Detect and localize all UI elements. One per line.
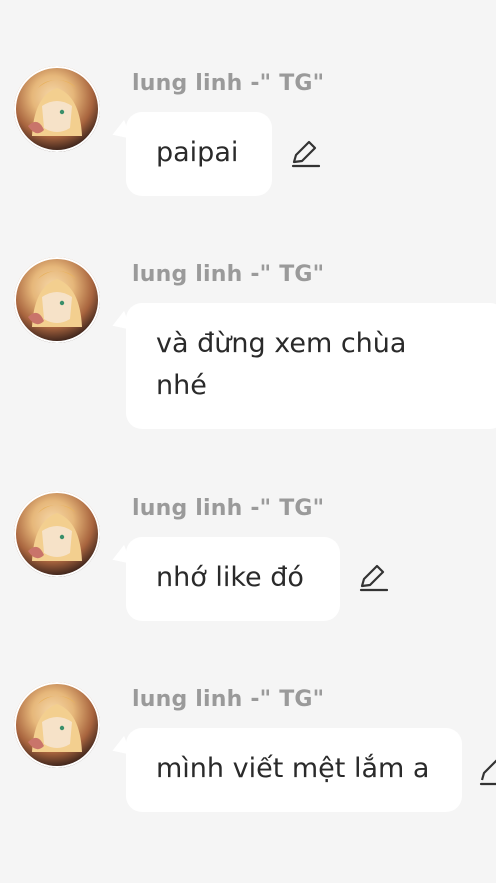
sender-name: lung linh -" TG" bbox=[132, 496, 325, 521]
message-text: paipai bbox=[156, 137, 239, 168]
avatar[interactable] bbox=[14, 66, 100, 152]
avatar-image bbox=[28, 80, 82, 136]
chat-thread: lung linh -" TG" paipai lung linh -" TG"… bbox=[0, 0, 496, 883]
avatar[interactable] bbox=[14, 682, 100, 768]
edit-icon[interactable] bbox=[478, 757, 496, 787]
message-bubble[interactable]: nhớ like đó bbox=[126, 537, 340, 621]
sender-name: lung linh -" TG" bbox=[132, 71, 325, 96]
avatar[interactable] bbox=[14, 491, 100, 577]
sender-name: lung linh -" TG" bbox=[132, 262, 325, 287]
message-bubble[interactable]: paipai bbox=[126, 112, 272, 196]
avatar-image bbox=[28, 696, 82, 752]
avatar-image bbox=[28, 271, 82, 327]
edit-icon[interactable] bbox=[358, 563, 388, 593]
sender-name: lung linh -" TG" bbox=[132, 687, 325, 712]
edit-icon[interactable] bbox=[290, 139, 320, 169]
avatar-image bbox=[28, 505, 82, 561]
message-text: mình viết mệt lắm a bbox=[156, 753, 430, 784]
message-bubble[interactable]: và đừng xem chùa nhé bbox=[126, 303, 496, 429]
message-text: nhớ like đó bbox=[156, 562, 304, 593]
message-bubble[interactable]: mình viết mệt lắm a bbox=[126, 728, 462, 812]
message-text: và đừng xem chùa nhé bbox=[156, 328, 407, 401]
avatar[interactable] bbox=[14, 257, 100, 343]
